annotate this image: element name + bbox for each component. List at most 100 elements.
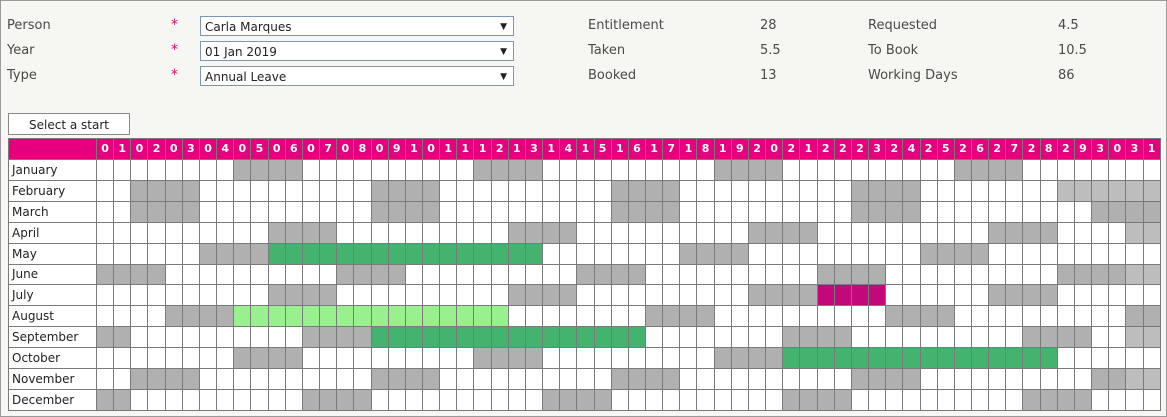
calendar-day-half-cell[interactable] bbox=[644, 347, 664, 370]
calendar-day-half-cell[interactable] bbox=[1005, 347, 1024, 370]
calendar-day-half-cell[interactable] bbox=[233, 200, 252, 223]
calendar-day-half-cell[interactable] bbox=[936, 179, 955, 202]
calendar-day-half-cell[interactable] bbox=[936, 263, 955, 286]
calendar-day-half-cell[interactable] bbox=[473, 326, 492, 349]
calendar-day-half-cell[interactable] bbox=[301, 389, 321, 411]
calendar-day-half-cell[interactable] bbox=[130, 284, 149, 307]
calendar-day-half-cell[interactable] bbox=[490, 158, 509, 181]
calendar-day-half-cell[interactable] bbox=[490, 347, 509, 370]
calendar-day-half-cell[interactable] bbox=[1056, 326, 1075, 349]
calendar-day-half-cell[interactable] bbox=[524, 368, 544, 391]
calendar-day-half-cell[interactable] bbox=[370, 242, 389, 265]
calendar-day-half-cell[interactable] bbox=[919, 200, 938, 223]
calendar-day-half-cell[interactable] bbox=[1125, 242, 1144, 265]
calendar-day-half-cell[interactable] bbox=[267, 179, 286, 202]
calendar-day-half-cell[interactable] bbox=[919, 368, 938, 391]
calendar-day-half-cell[interactable] bbox=[610, 179, 629, 202]
calendar-day-half-cell[interactable] bbox=[301, 263, 321, 286]
calendar-day-half-cell[interactable] bbox=[902, 263, 921, 286]
calendar-day-half-cell[interactable] bbox=[164, 389, 183, 411]
calendar-day-half-cell[interactable] bbox=[919, 326, 938, 349]
calendar-day-half-cell[interactable] bbox=[181, 263, 200, 286]
calendar-day-half-cell[interactable] bbox=[404, 200, 423, 223]
calendar-day-half-cell[interactable] bbox=[953, 263, 972, 286]
calendar-day-half-cell[interactable] bbox=[524, 221, 544, 244]
calendar-day-half-cell[interactable] bbox=[267, 242, 286, 265]
calendar-day-half-cell[interactable] bbox=[1108, 326, 1127, 349]
calendar-day-half-cell[interactable] bbox=[850, 305, 870, 328]
calendar-day-half-cell[interactable] bbox=[885, 284, 904, 307]
calendar-day-half-cell[interactable] bbox=[799, 179, 818, 202]
calendar-day-half-cell[interactable] bbox=[833, 305, 852, 328]
calendar-day-half-cell[interactable] bbox=[130, 368, 149, 391]
calendar-day-half-cell[interactable] bbox=[1005, 242, 1024, 265]
calendar-day-half-cell[interactable] bbox=[1022, 263, 1041, 286]
calendar-day-half-cell[interactable] bbox=[1005, 326, 1024, 349]
calendar-day-half-cell[interactable] bbox=[593, 326, 612, 349]
calendar-day-half-cell[interactable] bbox=[336, 158, 355, 181]
calendar-day-half-cell[interactable] bbox=[542, 158, 561, 181]
calendar-day-half-cell[interactable] bbox=[644, 242, 664, 265]
calendar-day-half-cell[interactable] bbox=[868, 368, 887, 391]
calendar-day-half-cell[interactable] bbox=[1125, 284, 1144, 307]
calendar-day-half-cell[interactable] bbox=[267, 158, 286, 181]
calendar-day-half-cell[interactable] bbox=[850, 200, 870, 223]
calendar-day-half-cell[interactable] bbox=[936, 242, 955, 265]
calendar-day-half-cell[interactable] bbox=[456, 347, 475, 370]
calendar-day-half-cell[interactable] bbox=[713, 368, 732, 391]
calendar-day-half-cell[interactable] bbox=[524, 389, 544, 411]
calendar-day-half-cell[interactable] bbox=[747, 200, 767, 223]
calendar-day-half-cell[interactable] bbox=[953, 368, 972, 391]
calendar-day-half-cell[interactable] bbox=[387, 200, 406, 223]
calendar-day-half-cell[interactable] bbox=[610, 389, 629, 411]
calendar-day-half-cell[interactable] bbox=[439, 389, 458, 411]
calendar-day-half-cell[interactable] bbox=[284, 368, 303, 391]
calendar-day-half-cell[interactable] bbox=[902, 242, 921, 265]
calendar-day-half-cell[interactable] bbox=[233, 179, 252, 202]
calendar-day-half-cell[interactable] bbox=[216, 305, 235, 328]
calendar-day-half-cell[interactable] bbox=[490, 242, 509, 265]
calendar-day-half-cell[interactable] bbox=[747, 389, 767, 411]
calendar-day-half-cell[interactable] bbox=[456, 326, 475, 349]
calendar-day-half-cell[interactable] bbox=[507, 389, 526, 411]
calendar-day-half-cell[interactable] bbox=[730, 347, 749, 370]
calendar-day-half-cell[interactable] bbox=[267, 263, 286, 286]
calendar-day-half-cell[interactable] bbox=[1056, 221, 1075, 244]
calendar-day-half-cell[interactable] bbox=[919, 158, 938, 181]
calendar-day-half-cell[interactable] bbox=[439, 347, 458, 370]
calendar-day-half-cell[interactable] bbox=[198, 221, 218, 244]
calendar-day-half-cell[interactable] bbox=[559, 221, 578, 244]
calendar-day-half-cell[interactable] bbox=[147, 368, 166, 391]
calendar-day-half-cell[interactable] bbox=[301, 368, 321, 391]
calendar-day-half-cell[interactable] bbox=[404, 305, 423, 328]
calendar-day-half-cell[interactable] bbox=[833, 179, 852, 202]
calendar-day-half-cell[interactable] bbox=[799, 368, 818, 391]
calendar-day-half-cell[interactable] bbox=[216, 200, 235, 223]
calendar-day-half-cell[interactable] bbox=[559, 284, 578, 307]
calendar-day-half-cell[interactable] bbox=[1142, 242, 1161, 265]
calendar-day-half-cell[interactable] bbox=[988, 368, 1007, 391]
calendar-day-half-cell[interactable] bbox=[868, 158, 887, 181]
calendar-day-half-cell[interactable] bbox=[610, 347, 629, 370]
calendar-day-half-cell[interactable] bbox=[1005, 158, 1024, 181]
calendar-day-half-cell[interactable] bbox=[988, 221, 1007, 244]
calendar-day-half-cell[interactable] bbox=[387, 389, 406, 411]
calendar-day-half-cell[interactable] bbox=[542, 179, 561, 202]
calendar-day-half-cell[interactable] bbox=[765, 179, 784, 202]
calendar-day-half-cell[interactable] bbox=[1142, 200, 1161, 223]
calendar-day-half-cell[interactable] bbox=[319, 242, 338, 265]
calendar-day-half-cell[interactable] bbox=[1073, 305, 1093, 328]
calendar-day-half-cell[interactable] bbox=[301, 326, 321, 349]
calendar-day-half-cell[interactable] bbox=[782, 305, 801, 328]
calendar-day-half-cell[interactable] bbox=[850, 263, 870, 286]
calendar-day-half-cell[interactable] bbox=[833, 326, 852, 349]
calendar-day-half-cell[interactable] bbox=[147, 242, 166, 265]
calendar-day-half-cell[interactable] bbox=[456, 389, 475, 411]
calendar-day-half-cell[interactable] bbox=[1108, 200, 1127, 223]
calendar-day-half-cell[interactable] bbox=[662, 347, 681, 370]
calendar-day-half-cell[interactable] bbox=[1056, 158, 1075, 181]
calendar-day-half-cell[interactable] bbox=[868, 284, 887, 307]
calendar-day-half-cell[interactable] bbox=[953, 389, 972, 411]
calendar-day-half-cell[interactable] bbox=[765, 305, 784, 328]
calendar-day-half-cell[interactable] bbox=[421, 200, 441, 223]
